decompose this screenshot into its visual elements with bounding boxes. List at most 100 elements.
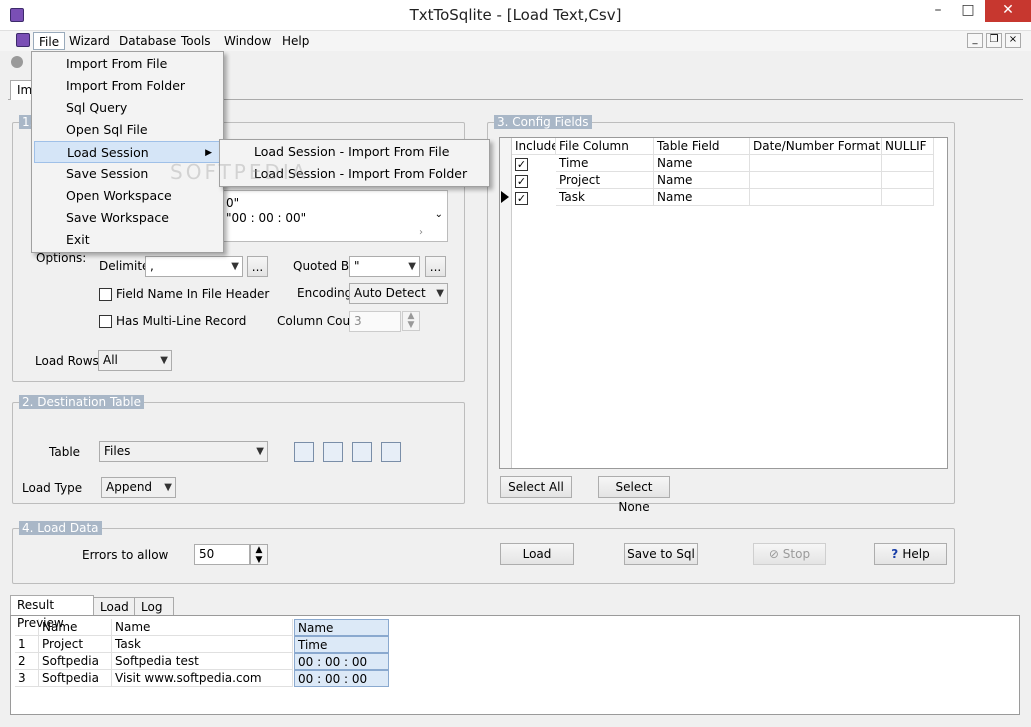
column-count-spinner[interactable]: ▲ ▼ bbox=[402, 311, 420, 331]
preview-cell[interactable]: 00 : 00 : 00 bbox=[294, 670, 389, 687]
quoted-by-browse-button[interactable]: ... bbox=[425, 256, 446, 277]
save-to-sql-button[interactable]: Save to Sql bbox=[624, 543, 698, 565]
table-field-cell[interactable]: Name bbox=[654, 172, 750, 189]
preview-cell[interactable]: Time bbox=[294, 636, 389, 653]
nullif-cell[interactable] bbox=[882, 189, 934, 206]
table-columns-icon[interactable] bbox=[381, 442, 401, 462]
include-checkbox-3[interactable]: ✓ bbox=[515, 192, 528, 205]
window-title: TxtToSqlite - [Load Text,Csv] bbox=[409, 6, 622, 24]
maximize-button[interactable]: □ bbox=[952, 0, 984, 22]
menu-wizard[interactable]: Wizard bbox=[64, 32, 115, 50]
preview-cell[interactable]: Project bbox=[39, 636, 112, 653]
load-button[interactable]: Load bbox=[500, 543, 574, 565]
menu-database[interactable]: Database bbox=[114, 32, 181, 50]
format-cell[interactable] bbox=[750, 172, 882, 189]
scroll-right-icon[interactable]: › bbox=[419, 227, 423, 238]
table-field-cell[interactable]: Name bbox=[654, 155, 750, 172]
table-value: Files bbox=[104, 444, 131, 458]
preview-cell[interactable]: Softpedia bbox=[39, 670, 112, 687]
delimiter-browse-button[interactable]: ... bbox=[247, 256, 268, 277]
col-header-include[interactable]: Include bbox=[512, 138, 556, 155]
stop-button[interactable]: ⊘ Stop bbox=[753, 543, 826, 565]
tab-load[interactable]: Load bbox=[93, 597, 135, 617]
field-name-header-checkbox[interactable] bbox=[99, 288, 112, 301]
quoted-by-combo[interactable]: " ▼ bbox=[349, 256, 420, 277]
select-none-button[interactable]: Select None bbox=[598, 476, 670, 514]
minimize-button[interactable]: – bbox=[922, 0, 954, 22]
menu-open-workspace[interactable]: Open Workspace bbox=[34, 185, 221, 207]
preview-cell[interactable]: Task bbox=[112, 636, 293, 653]
file-preview-box[interactable]: 0" "00 : 00 : 00" ⌄ › bbox=[222, 190, 448, 242]
tab-log[interactable]: Log bbox=[134, 597, 174, 617]
col-header-table-field[interactable]: Table Field bbox=[654, 138, 750, 155]
col-header-file-column[interactable]: File Column bbox=[556, 138, 654, 155]
preview-col-header[interactable]: Name bbox=[294, 619, 389, 636]
column-count-input[interactable]: 3 bbox=[349, 311, 401, 332]
load-data-legend: 4. Load Data bbox=[19, 521, 102, 535]
help-button[interactable]: ? Help bbox=[874, 543, 947, 565]
row-indicator-column bbox=[500, 138, 512, 468]
include-checkbox-1[interactable]: ✓ bbox=[515, 158, 528, 171]
menu-import-from-folder[interactable]: Import From Folder bbox=[34, 75, 221, 97]
close-button[interactable]: ✕ bbox=[985, 0, 1031, 22]
col-header-date-format[interactable]: Date/Number Format bbox=[750, 138, 882, 155]
refresh-table-icon[interactable] bbox=[323, 442, 343, 462]
encoding-combo[interactable]: Auto Detect ▼ bbox=[349, 283, 448, 304]
help-label: Help bbox=[902, 547, 930, 561]
menu-file[interactable]: File bbox=[33, 32, 66, 50]
menu-tools[interactable]: Tools bbox=[176, 32, 216, 50]
config-grid[interactable]: Include File Column Table Field Date/Num… bbox=[499, 137, 948, 469]
menu-help[interactable]: Help bbox=[277, 32, 314, 50]
menu-import-from-file[interactable]: Import From File bbox=[34, 53, 221, 75]
scroll-down-icon[interactable]: ⌄ bbox=[435, 209, 443, 220]
preview-cell[interactable]: 00 : 00 : 00 bbox=[294, 653, 389, 670]
load-type-combo[interactable]: Append ▼ bbox=[101, 477, 176, 498]
new-table-icon[interactable] bbox=[294, 442, 314, 462]
format-cell[interactable] bbox=[750, 155, 882, 172]
chevron-down-icon: ▼ bbox=[231, 261, 239, 272]
mdi-minimize-button[interactable]: _ bbox=[967, 33, 983, 48]
view-table-icon[interactable] bbox=[352, 442, 372, 462]
col-header-nullif[interactable]: NULLIF bbox=[882, 138, 934, 155]
quoted-by-value: " bbox=[354, 259, 360, 273]
multiline-checkbox[interactable] bbox=[99, 315, 112, 328]
table-field-cell[interactable]: Name bbox=[654, 189, 750, 206]
menu-save-workspace[interactable]: Save Workspace bbox=[34, 207, 221, 229]
errors-input[interactable]: 50 bbox=[194, 544, 250, 565]
preview-cell[interactable]: Softpedia test bbox=[112, 653, 293, 670]
preview-cell[interactable]: Visit www.softpedia.com bbox=[112, 670, 293, 687]
nullif-cell[interactable] bbox=[882, 155, 934, 172]
file-menu-dropdown: Import From File Import From Folder Sql … bbox=[31, 51, 224, 253]
menu-sql-query[interactable]: Sql Query bbox=[34, 97, 221, 119]
load-type-label: Load Type bbox=[22, 481, 83, 495]
mdi-restore-button[interactable]: ❐ bbox=[986, 33, 1002, 48]
select-all-button[interactable]: Select All bbox=[500, 476, 572, 498]
file-column-cell[interactable]: Task bbox=[556, 189, 654, 206]
chevron-down-icon: ▼ bbox=[256, 446, 264, 457]
format-cell[interactable] bbox=[750, 189, 882, 206]
errors-label: Errors to allow bbox=[82, 548, 169, 562]
multiline-label: Has Multi-Line Record bbox=[116, 314, 247, 328]
menu-exit[interactable]: Exit bbox=[34, 229, 221, 251]
mdi-doc-icon[interactable] bbox=[16, 33, 30, 47]
delimiter-combo[interactable]: , ▼ bbox=[145, 256, 243, 277]
table-combo[interactable]: Files ▼ bbox=[99, 441, 268, 462]
include-checkbox-2[interactable]: ✓ bbox=[515, 175, 528, 188]
mdi-close-button[interactable]: × bbox=[1005, 33, 1021, 48]
preview-line-1: 0" bbox=[226, 196, 240, 210]
file-column-cell[interactable]: Project bbox=[556, 172, 654, 189]
preview-col-header[interactable]: Name bbox=[112, 619, 293, 636]
file-column-cell[interactable]: Time bbox=[556, 155, 654, 172]
load-rows-combo[interactable]: All ▼ bbox=[98, 350, 172, 371]
chevron-down-icon: ▼ bbox=[408, 261, 416, 272]
result-preview-grid[interactable]: Name Name Name 1 Project Task Time 2 Sof… bbox=[10, 615, 1020, 715]
user-icon[interactable] bbox=[11, 56, 23, 68]
encoding-value: Auto Detect bbox=[354, 286, 426, 300]
errors-spinner[interactable]: ▲ ▼ bbox=[250, 544, 268, 565]
menu-window[interactable]: Window bbox=[219, 32, 276, 50]
tab-result-preview[interactable]: Result Preview bbox=[10, 595, 94, 630]
menu-open-sql-file[interactable]: Open Sql File bbox=[34, 119, 221, 141]
preview-cell[interactable]: Softpedia bbox=[39, 653, 112, 670]
current-row-arrow-icon bbox=[501, 191, 509, 203]
nullif-cell[interactable] bbox=[882, 172, 934, 189]
